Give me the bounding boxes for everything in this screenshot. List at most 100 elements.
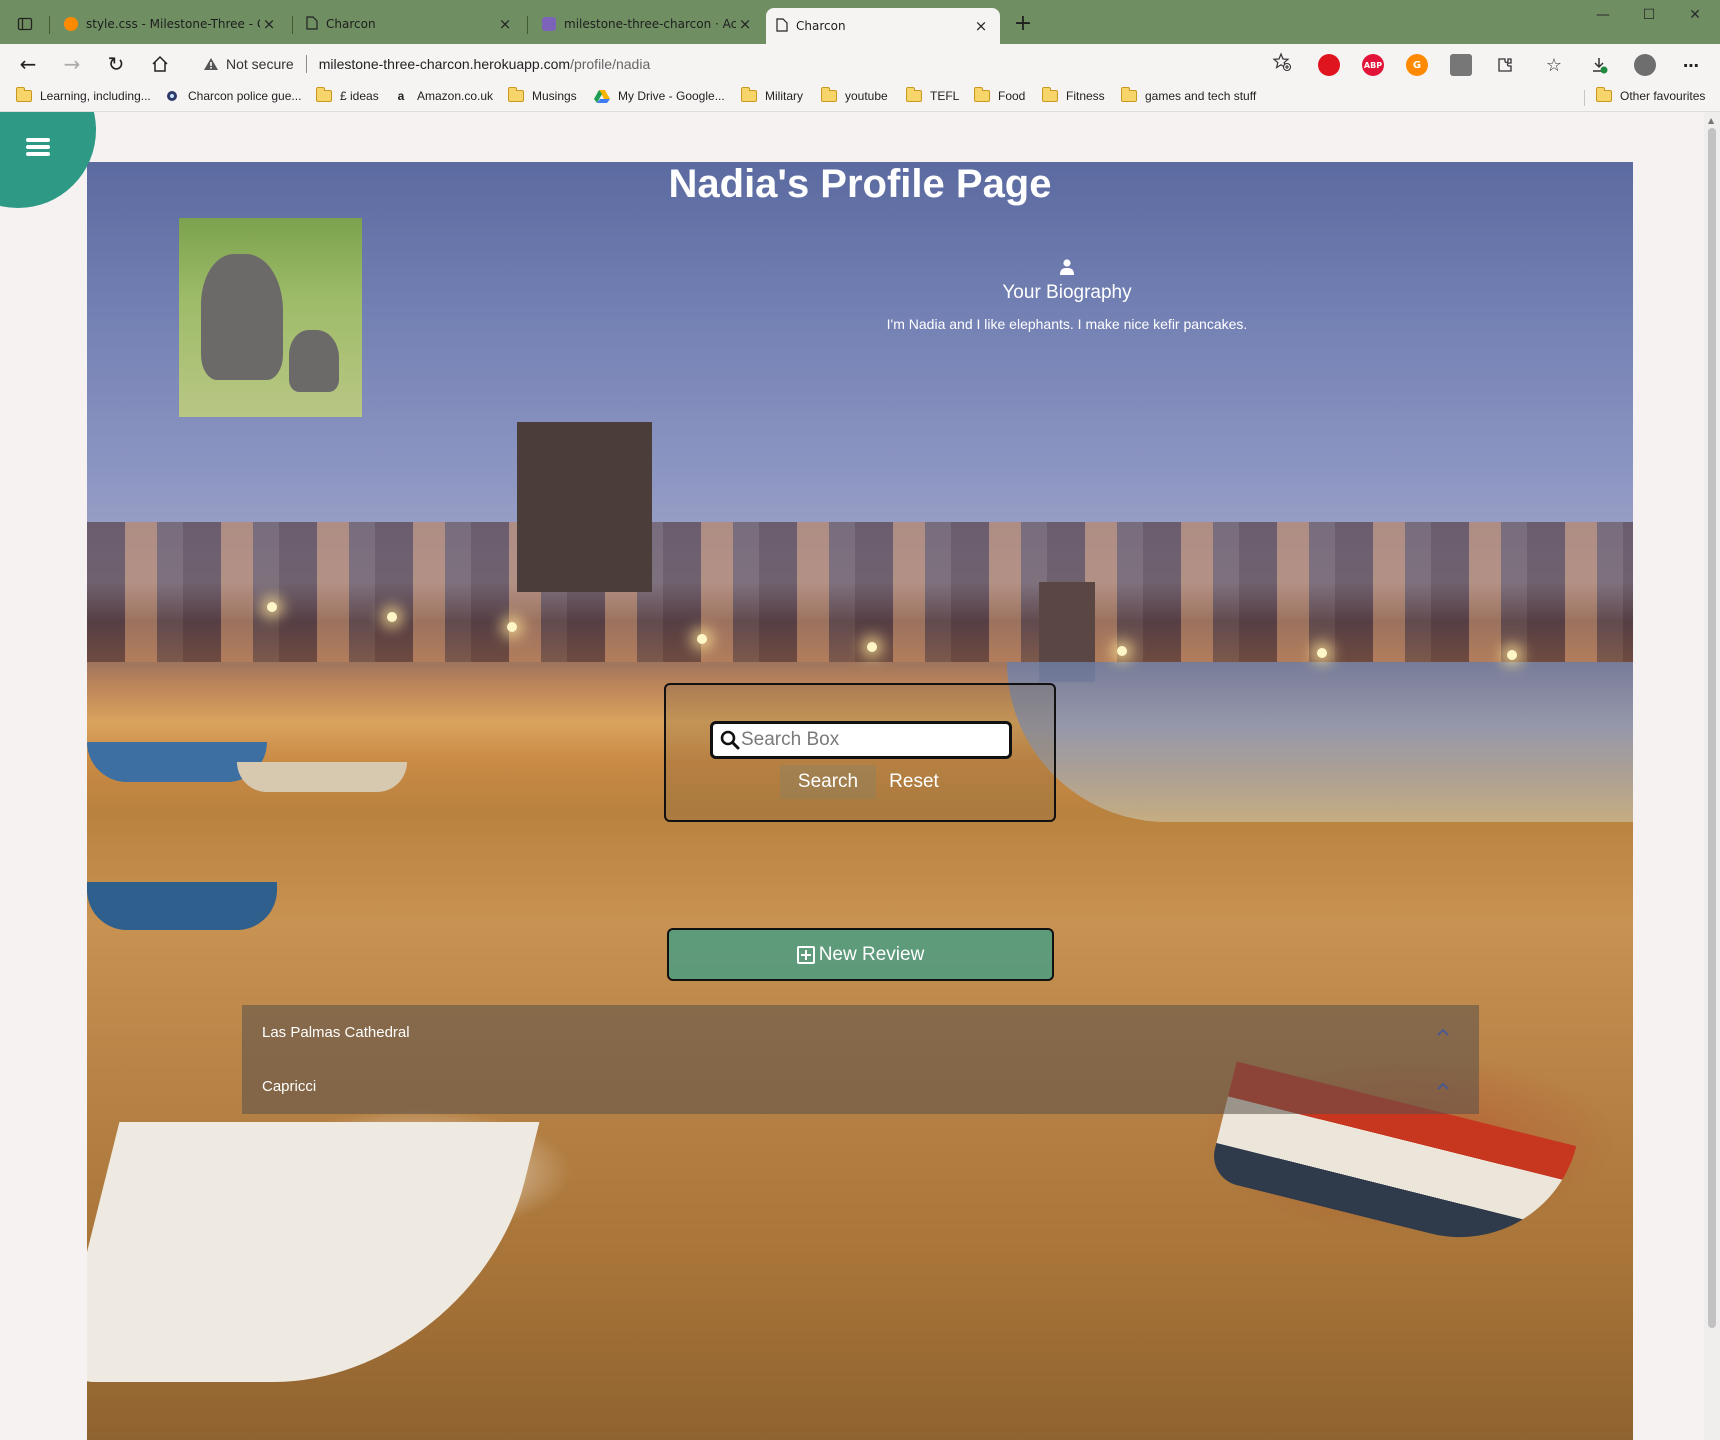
- close-icon[interactable]: ×: [736, 15, 754, 33]
- bookmark-label: Fitness: [1066, 89, 1105, 103]
- tab-gitpod[interactable]: style.css - Milestone-Three - Gitp ×: [54, 8, 288, 40]
- bookmark-label: youtube: [845, 89, 888, 103]
- bookmark-ideas[interactable]: £ ideas: [315, 87, 379, 103]
- address-toolbar: ← → ↻ Not secure milestone-three-charcon…: [0, 44, 1720, 84]
- chevron-up-icon[interactable]: [1435, 1078, 1451, 1094]
- bookmark-label: Learning, including...: [40, 89, 151, 103]
- collections-icon[interactable]: [1450, 54, 1472, 76]
- tab-charcon-1[interactable]: Charcon ×: [296, 8, 524, 40]
- folder-icon: [1595, 87, 1612, 102]
- reset-button[interactable]: Reset: [876, 765, 952, 799]
- search-input[interactable]: [741, 725, 1001, 755]
- search-button[interactable]: Search: [780, 765, 876, 799]
- user-icon: [767, 259, 1367, 280]
- refresh-icon[interactable]: ↻: [102, 50, 130, 78]
- forward-icon[interactable]: →: [58, 50, 86, 78]
- folder-icon: [15, 87, 32, 102]
- tab-heroku[interactable]: milestone-three-charcon · Activit ×: [532, 8, 764, 40]
- opera-icon[interactable]: [1318, 54, 1340, 76]
- tab-separator: [292, 16, 293, 34]
- close-icon[interactable]: ×: [260, 15, 278, 33]
- maximize-icon[interactable]: ☐: [1626, 4, 1672, 26]
- bookmark-label: Military: [765, 89, 803, 103]
- street-light: [867, 642, 877, 652]
- tab-charcon-active[interactable]: Charcon ×: [766, 8, 1000, 44]
- review-item-capricci[interactable]: Capricci: [242, 1059, 1479, 1113]
- tab-strip: style.css - Milestone-Three - Gitp × Cha…: [0, 0, 1720, 44]
- street-light: [1507, 650, 1517, 660]
- bookmark-my-drive[interactable]: My Drive - Google...: [594, 89, 725, 103]
- bookmark-learning[interactable]: Learning, including...: [15, 87, 151, 103]
- tab-actions-icon[interactable]: [8, 8, 42, 40]
- extensions-icon[interactable]: [1494, 54, 1516, 76]
- url-path: /profile/nadia: [570, 56, 651, 72]
- bookmark-label: My Drive - Google...: [618, 89, 725, 103]
- biography-heading: Your Biography: [1002, 282, 1132, 303]
- folder-icon: [507, 87, 524, 102]
- minimize-icon[interactable]: —: [1580, 4, 1626, 26]
- bookmark-food[interactable]: Food: [973, 87, 1026, 103]
- bookmarks-bar: Learning, including... Charcon police gu…: [0, 84, 1720, 112]
- bookmark-amazon[interactable]: a Amazon.co.uk: [393, 89, 493, 103]
- bookmark-label: Amazon.co.uk: [417, 89, 494, 103]
- drive-icon: [594, 89, 610, 103]
- bookmark-fitness[interactable]: Fitness: [1041, 87, 1105, 103]
- scroll-up-icon[interactable]: ▲: [1708, 116, 1714, 125]
- elephant-calf: [289, 330, 339, 392]
- hamburger-icon: [26, 138, 50, 156]
- close-icon[interactable]: ×: [496, 15, 514, 33]
- close-icon[interactable]: ×: [972, 17, 990, 35]
- url-host: milestone-three-charcon.herokuapp.com: [318, 56, 571, 72]
- bookmark-label: Food: [998, 89, 1026, 103]
- favourites-icon[interactable]: ☆: [1543, 54, 1565, 76]
- bookmark-label: Charcon police gue...: [188, 89, 302, 103]
- tab-title: style.css - Milestone-Three - Gitp: [86, 17, 260, 31]
- search-card: Search Reset: [664, 683, 1056, 822]
- downloads-icon[interactable]: [1588, 54, 1610, 76]
- add-favourite-icon[interactable]: [1272, 52, 1292, 76]
- gitpod-icon[interactable]: G: [1406, 54, 1428, 76]
- elephant: [201, 254, 283, 380]
- chevron-up-icon[interactable]: [1435, 1024, 1451, 1040]
- avatar[interactable]: [1634, 54, 1656, 76]
- scrollbar-thumb[interactable]: [1708, 128, 1716, 1328]
- street-light: [507, 622, 517, 632]
- street-light: [1117, 646, 1127, 656]
- boat: [87, 882, 277, 930]
- plus-square-icon: [796, 945, 815, 964]
- review-title: Capricci: [262, 1077, 317, 1095]
- bookmark-games-tech[interactable]: games and tech stuff: [1120, 87, 1256, 103]
- new-tab-button[interactable]: +: [1010, 10, 1036, 36]
- page-title: Nadia's Profile Page: [668, 162, 1052, 206]
- bookmark-musings[interactable]: Musings: [507, 87, 577, 103]
- eye-icon: [164, 89, 180, 103]
- address-bar[interactable]: Not secure milestone-three-charcon.herok…: [190, 49, 1300, 79]
- bookmark-tefl[interactable]: TEFL: [905, 87, 959, 103]
- search-icon: [719, 730, 741, 750]
- biography-text: I'm Nadia and I like elephants. I make n…: [886, 316, 1248, 332]
- bookmark-military[interactable]: Military: [740, 87, 803, 103]
- review-item-las-palmas-cathedral[interactable]: Las Palmas Cathedral: [242, 1005, 1479, 1059]
- sea: [1007, 662, 1633, 822]
- profile-photo: [179, 218, 362, 417]
- close-window-icon[interactable]: ✕: [1672, 4, 1718, 26]
- address-divider: [305, 55, 307, 73]
- tab-title: Charcon: [796, 19, 846, 33]
- tab-title: Charcon: [326, 17, 376, 31]
- bookmark-charcon-police[interactable]: Charcon police gue...: [164, 89, 301, 103]
- bookmark-youtube[interactable]: youtube: [820, 87, 888, 103]
- more-options-icon[interactable]: ⋯: [1680, 54, 1702, 76]
- warning-icon[interactable]: [202, 57, 220, 71]
- url-text[interactable]: milestone-three-charcon.herokuapp.com/pr…: [319, 56, 651, 72]
- home-icon[interactable]: [146, 50, 174, 78]
- page-scrollbar[interactable]: ▲: [1704, 112, 1720, 1440]
- back-icon[interactable]: ←: [14, 50, 42, 78]
- not-secure-label[interactable]: Not secure: [226, 56, 294, 72]
- new-review-button[interactable]: New Review: [667, 928, 1054, 981]
- page-viewport: Nadia's Profile Page Your Biography I'm …: [0, 112, 1704, 1440]
- menu-toggle[interactable]: [0, 112, 96, 208]
- search-field[interactable]: [710, 721, 1012, 759]
- biography-section: Your Biography I'm Nadia and I like elep…: [767, 259, 1367, 332]
- bookmark-other-favourites[interactable]: Other favourites: [1595, 87, 1705, 103]
- adblock-icon[interactable]: ABP: [1362, 54, 1384, 76]
